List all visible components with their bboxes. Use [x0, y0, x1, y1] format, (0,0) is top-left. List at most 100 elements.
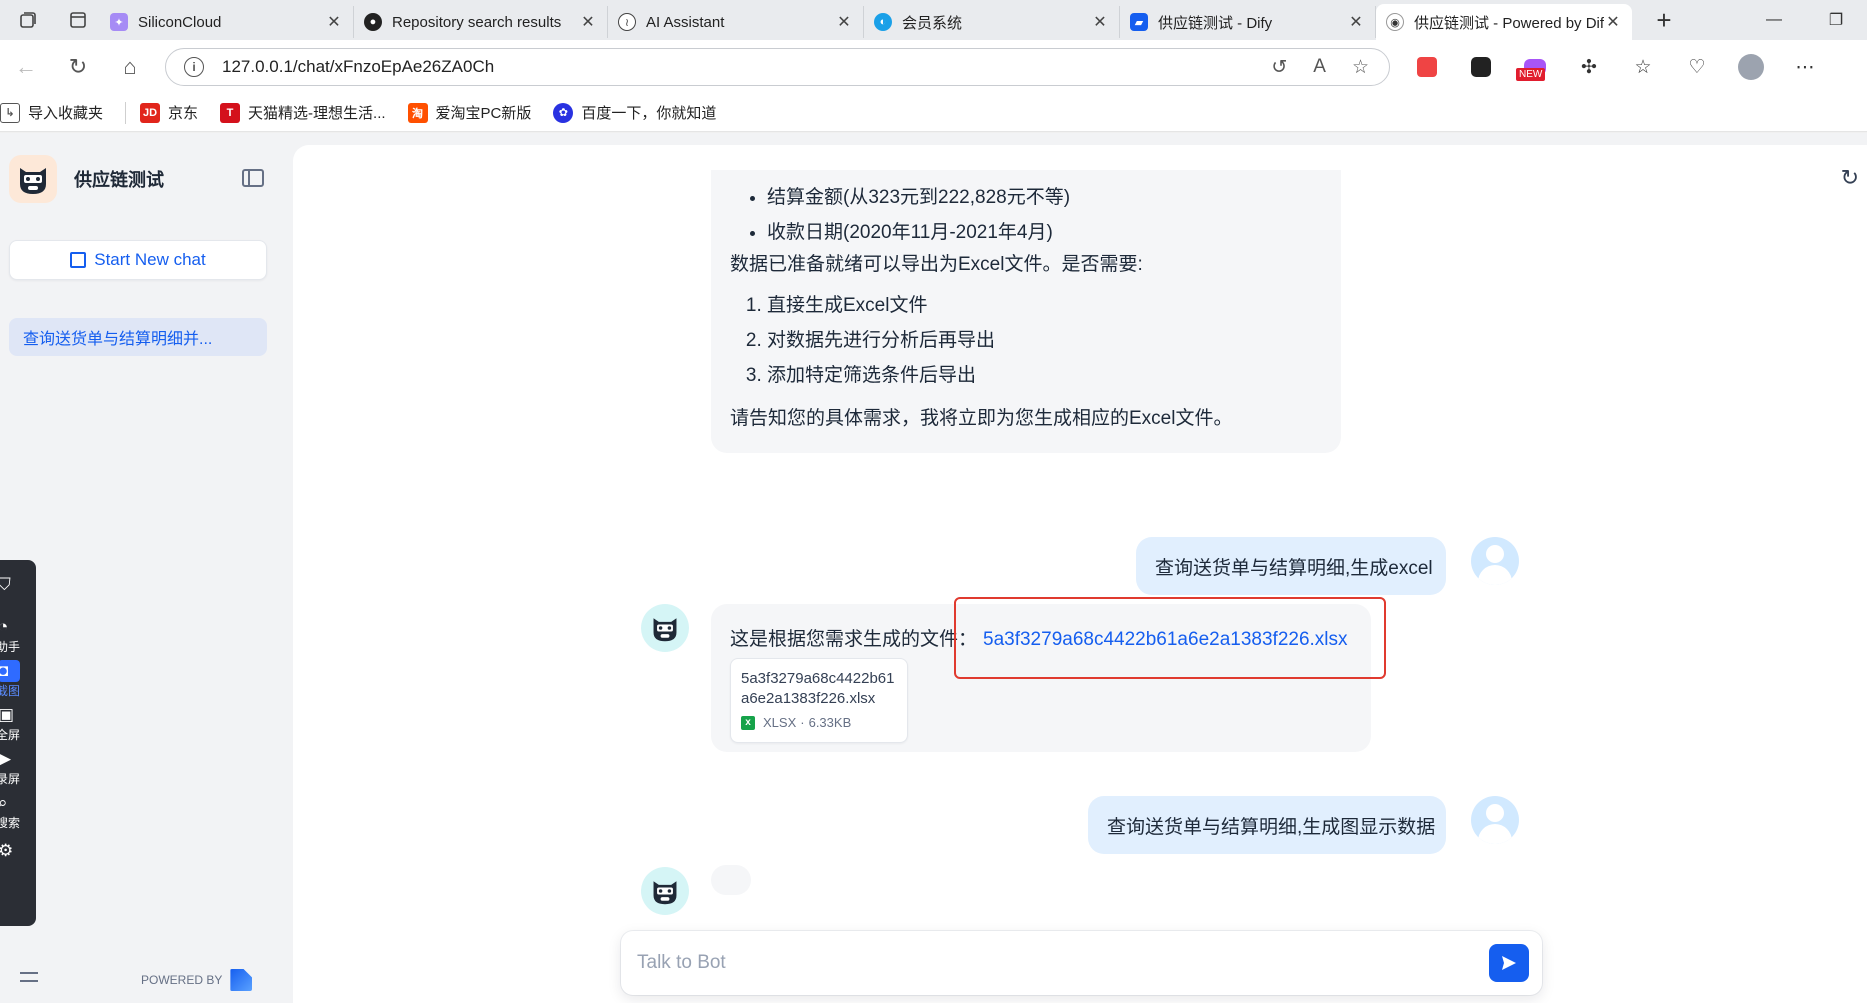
list-item: 添加特定筛选条件后导出	[767, 358, 995, 393]
bookmarks-bar: ↳ 导入收藏夹 JD 京东 T 天猫精选-理想生活... 淘爱淘宝PC新版 ✿ 百度一下…	[0, 94, 1867, 132]
close-icon[interactable]: ✕	[579, 12, 597, 32]
close-icon[interactable]: ✕	[835, 12, 853, 32]
reload-icon[interactable]: ↻	[52, 47, 104, 87]
list-item: 直接生成Excel文件	[767, 288, 995, 323]
file-name: 5a3f3279a68c4422b61a6e2a1383f226.xlsx	[741, 670, 895, 707]
extension-new-icon[interactable]: NEW	[1516, 50, 1552, 84]
favorite-star-icon[interactable]: ☆	[1352, 56, 1369, 79]
dify-logo-icon	[230, 969, 253, 991]
message-paragraph: 数据已准备就绪可以导出为Excel文件。是否需要:	[730, 254, 1143, 275]
send-icon	[1502, 956, 1516, 970]
bot-typing-indicator	[711, 865, 751, 895]
new-tab-button[interactable]: +	[1644, 5, 1684, 36]
meta-separator: ·	[800, 715, 805, 730]
gear-icon: ⚙	[0, 841, 14, 860]
github-icon: ●	[364, 13, 382, 31]
app-brand: 供应链测试	[9, 155, 164, 203]
sidebar-footer: POWERED BY	[0, 963, 293, 993]
search-icon: ⌕	[0, 793, 8, 812]
address-bar[interactable]: i 127.0.0.1/chat/xFnzoEpAe26ZA0Ch ↺ A ☆	[165, 48, 1390, 86]
favorites-icon[interactable]: ☆	[1626, 50, 1660, 84]
browser-tab-bar: ✦ SiliconCloud ✕ ● Repository search res…	[0, 0, 1867, 40]
chat-input[interactable]	[637, 945, 1457, 981]
conversation-title: 查询送货单与结算明细并...	[23, 331, 213, 348]
minimize-icon[interactable]: —	[1743, 0, 1805, 40]
bookmark-item[interactable]: JD 京东	[140, 102, 198, 123]
list-item: 收款日期(2020年11月-2021年4月)	[767, 215, 1070, 250]
file-attachment[interactable]: 5a3f3279a68c4422b61a6e2a1383f226.xlsx x …	[730, 658, 908, 743]
list-item: 对数据先进行分析后再导出	[767, 323, 995, 358]
bookmark-separator	[125, 101, 127, 124]
monitor-icon: ▣	[0, 705, 15, 724]
field-list: 结算金额(从323元到222,828元不等) 收款日期(2020年11月-202…	[767, 180, 1070, 250]
shield-tool[interactable]: ⛉	[0, 574, 36, 596]
user-avatar-icon	[1471, 796, 1519, 844]
close-icon[interactable]: ✕	[1091, 12, 1109, 32]
back-icon[interactable]: ←	[0, 47, 52, 87]
close-icon[interactable]: ✕	[1347, 12, 1365, 32]
conversation-item[interactable]: 查询送货单与结算明细并...	[9, 318, 267, 356]
browser-tab[interactable]: ≀ AI Assistant ✕	[608, 6, 864, 38]
bot-avatar-icon	[641, 604, 689, 652]
user-message: 查询送货单与结算明细,生成图显示数据	[1088, 796, 1446, 854]
more-menu-icon[interactable]: ⋯	[1788, 50, 1822, 84]
bookmark-label: 京东	[168, 105, 199, 122]
extension-bot-icon[interactable]	[1464, 50, 1498, 84]
file-size: 6.33KB	[808, 715, 852, 730]
user-message-text: 查询送货单与结算明细,生成图显示数据	[1107, 816, 1436, 838]
taobao-icon: 淘	[407, 102, 428, 123]
fullscreen-tool[interactable]: ▣ 全屏	[0, 704, 36, 743]
restore-icon[interactable]: ❐	[1805, 0, 1867, 40]
bookmark-item[interactable]: T 天猫精选-理想生活...	[220, 102, 386, 123]
bookmark-label: 百度一下，你就知道	[581, 105, 717, 122]
settings-sliders-icon[interactable]	[20, 969, 38, 985]
window-controls: — ❐	[1743, 0, 1867, 40]
refresh-icon[interactable]: ↻	[1841, 165, 1859, 191]
browser-tab[interactable]: ▰ 供应链测试 - Dify ✕	[1120, 6, 1376, 38]
bookmark-item[interactable]: ↳ 导入收藏夹	[0, 102, 103, 123]
message-paragraph: 请告知您的具体需求，我将立即为您生成相应的Excel文件。	[730, 408, 1233, 429]
profile-avatar-icon[interactable]	[1734, 50, 1768, 84]
browser-tab-active[interactable]: ◉ 供应链测试 - Powered by Dify ✕	[1376, 4, 1632, 40]
edge-refresh-icon[interactable]: ↺	[1271, 56, 1287, 79]
extensions-puzzle-icon[interactable]: ✣	[1572, 50, 1606, 84]
browser-tab[interactable]: ● Repository search results ✕	[354, 6, 608, 38]
settings-tool[interactable]: ⚙	[0, 840, 36, 862]
bookmark-label: 爱淘宝PC新版	[435, 105, 532, 122]
workspaces-icon[interactable]	[0, 0, 56, 40]
bookmark-label: 导入收藏夹	[28, 105, 104, 122]
option-list: 直接生成Excel文件 对数据先进行分析后再导出 添加特定筛选条件后导出	[767, 288, 995, 393]
bookmark-item[interactable]: ✿ 百度一下，你就知道	[553, 102, 716, 123]
shield-icon: ⛉	[0, 575, 11, 594]
assistant-tool[interactable]: ◔ 助手	[0, 616, 36, 655]
edit-icon	[70, 252, 87, 268]
site-info-icon[interactable]: i	[184, 57, 204, 77]
close-icon[interactable]: ✕	[325, 12, 343, 32]
browser-tab[interactable]: ✦ SiliconCloud ✕	[100, 6, 354, 38]
tab-title: 会员系统	[902, 14, 963, 32]
bookmark-item[interactable]: 淘爱淘宝PC新版	[407, 102, 532, 123]
member-system-icon: ◐	[874, 13, 892, 31]
health-icon[interactable]: ♡	[1680, 50, 1714, 84]
screenshot-tool[interactable]: ◘ 截图	[0, 660, 36, 699]
powered-by-label: POWERED BY	[141, 973, 223, 987]
dify-icon: ▰	[1130, 13, 1148, 31]
bot-icon: ◉	[1386, 13, 1404, 31]
tab-actions-icon[interactable]	[56, 0, 100, 40]
baidu-icon: ✿	[553, 102, 574, 123]
extensions-bar: NEW ✣ ☆ ♡ ⋯	[1410, 48, 1822, 86]
collapse-sidebar-icon[interactable]	[242, 169, 264, 187]
record-tool[interactable]: ▶ 录屏	[0, 748, 36, 787]
jd-icon: JD	[140, 102, 161, 123]
tab-title: SiliconCloud	[138, 13, 222, 31]
read-aloud-icon[interactable]: A	[1313, 56, 1326, 79]
send-button[interactable]	[1489, 944, 1529, 982]
extension-red-icon[interactable]	[1410, 50, 1444, 84]
search-tool[interactable]: ⌕ 搜索	[0, 792, 36, 831]
home-icon[interactable]: ⌂	[104, 47, 156, 87]
floating-tool-widget: ⛉ ◔ 助手 ◘ 截图 ▣ 全屏 ▶ 录屏 ⌕ 搜索 ⚙	[0, 560, 36, 926]
browser-tab[interactable]: ◐ 会员系统 ✕	[864, 6, 1120, 38]
list-item: 结算金额(从323元到222,828元不等)	[767, 180, 1070, 215]
start-new-chat-button[interactable]: Start New chat	[9, 240, 267, 280]
close-icon[interactable]: ✕	[1604, 12, 1622, 32]
